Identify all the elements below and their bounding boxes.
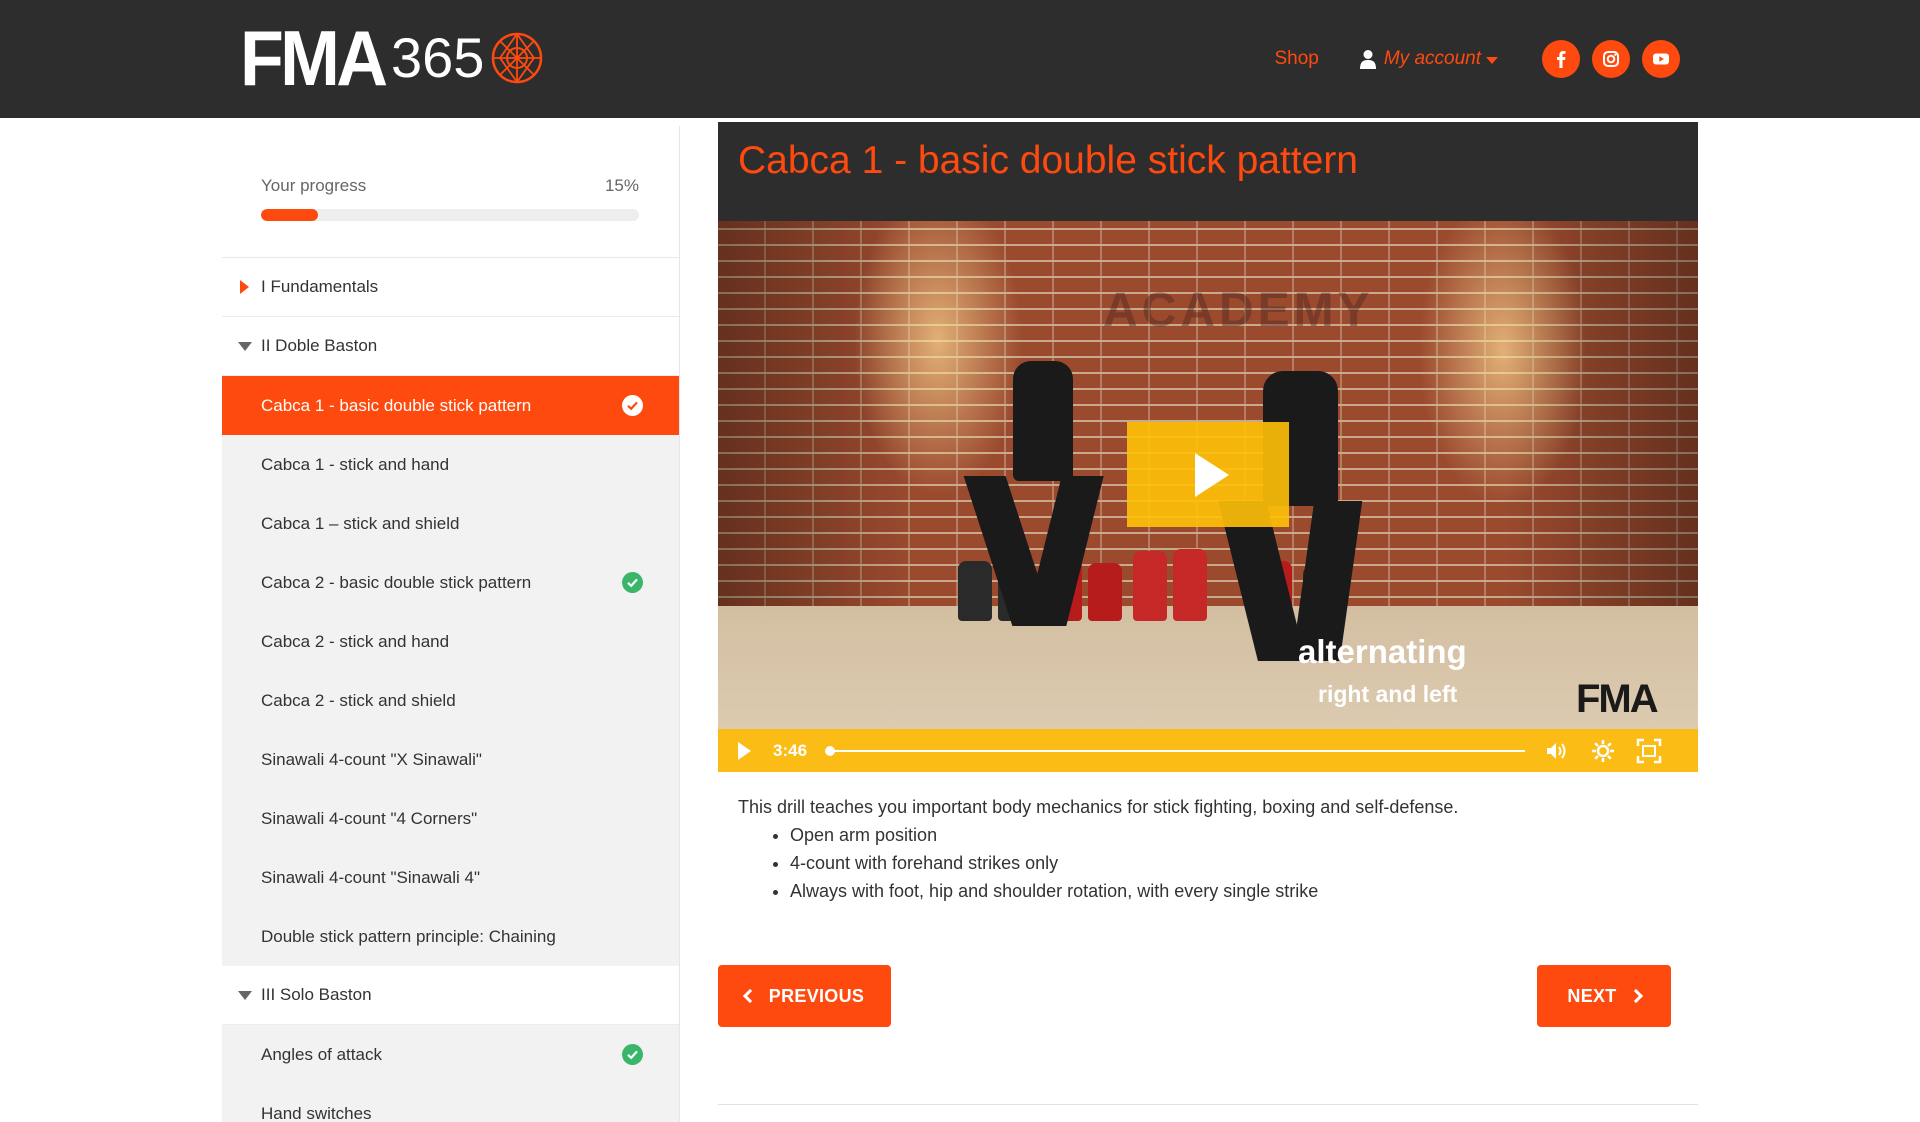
facebook-icon[interactable] [1542, 40, 1580, 78]
lesson-item-label: Cabca 1 – stick and shield [261, 513, 460, 533]
next-button[interactable]: NEXT [1537, 965, 1671, 1027]
nav-shop-link[interactable]: Shop [1274, 48, 1318, 70]
progress-bar-fill [261, 209, 318, 221]
site-header: FMA 365 Shop My account [0, 0, 1920, 118]
logo-fma-text: FMA [240, 14, 388, 102]
video-big-play-button[interactable] [1127, 422, 1289, 527]
play-icon[interactable] [738, 741, 751, 760]
video-time: 3:46 [773, 740, 808, 760]
lesson-item-label: Cabca 2 - stick and hand [261, 631, 450, 651]
lesson-item-label: Sinawali 4-count "Sinawali 4" [261, 867, 481, 887]
chevron-down-icon [1486, 57, 1498, 64]
lesson-description: This drill teaches you important body me… [738, 793, 1678, 905]
my-account-label: My account [1383, 48, 1481, 69]
lesson-item[interactable]: Cabca 2 - basic double stick pattern [222, 553, 679, 612]
logo-365-text: 365 [390, 26, 485, 89]
solo-baston-lessons: Angles of attack Hand switches [222, 1025, 679, 1122]
lesson-item[interactable]: Angles of attack [222, 1025, 679, 1084]
lesson-item[interactable]: Cabca 1 - stick and hand [222, 435, 679, 494]
video-controls: 3:46 [718, 729, 1698, 772]
content-divider [718, 1104, 1698, 1105]
play-icon [1195, 452, 1229, 497]
lesson-item-label: Hand switches [261, 1103, 372, 1122]
lesson-item-label: Sinawali 4-count "X Sinawali" [261, 749, 482, 769]
lesson-item-label: Cabca 2 - basic double stick pattern [261, 572, 532, 592]
video-corner-logo: FMA [1576, 677, 1659, 721]
video-overlay-caption: alternating [1298, 633, 1467, 670]
lesson-item[interactable]: Cabca 2 - stick and shield [222, 671, 679, 730]
lesson-title-bar: Cabca 1 - basic double stick pattern [718, 122, 1698, 222]
previous-button-label: PREVIOUS [768, 985, 865, 1006]
lesson-bullets: Open arm position4-count with forehand s… [790, 821, 1678, 905]
lesson-item-active[interactable]: Cabca 1 - basic double stick pattern [222, 376, 679, 435]
site-logo[interactable]: FMA 365 [240, 14, 544, 102]
user-icon [1359, 50, 1376, 69]
lesson-bullet: Open arm position [790, 821, 1678, 849]
lesson-item[interactable]: Sinawali 4-count "Sinawali 4" [222, 848, 679, 907]
volume-icon[interactable] [1543, 737, 1571, 765]
lesson-item[interactable]: Cabca 2 - stick and hand [222, 612, 679, 671]
lesson-item-label: Double stick pattern principle: Chaining [261, 926, 556, 946]
section-label: II Doble Baston [261, 336, 378, 355]
video-wall-watermark: ACADEMY [1103, 284, 1374, 337]
chevron-left-icon [742, 988, 757, 1004]
lesson-item-label: Cabca 2 - stick and shield [261, 690, 456, 710]
caret-down-icon [238, 341, 252, 351]
video-overlay-subcaption: right and left [1318, 681, 1458, 707]
lesson-title: Cabca 1 - basic double stick pattern [738, 139, 1359, 182]
seek-handle[interactable] [825, 745, 836, 756]
fullscreen-icon[interactable] [1635, 737, 1663, 765]
lesson-description-text: This drill teaches you important body me… [738, 797, 1459, 817]
check-circle-icon [622, 1044, 643, 1065]
settings-gear-icon[interactable] [1589, 737, 1617, 765]
progress-percent: 15% [604, 176, 639, 195]
next-button-label: NEXT [1567, 985, 1617, 1006]
progress-bar [261, 209, 639, 221]
top-nav: Shop My account [1274, 40, 1680, 78]
lesson-bullet: 4-count with forehand strikes only [790, 849, 1678, 877]
video-fighter-left [1013, 361, 1073, 481]
lesson-item[interactable]: Double stick pattern principle: Chaining [222, 907, 679, 966]
lesson-item-label: Angles of attack [261, 1044, 382, 1064]
course-sidebar: Your progress 15% I Fundamentals II Dobl… [222, 126, 680, 1122]
previous-button[interactable]: PREVIOUS [718, 965, 891, 1027]
youtube-icon[interactable] [1642, 40, 1680, 78]
lesson-item-label: Sinawali 4-count "4 Corners" [261, 808, 478, 828]
chevron-right-icon [1628, 988, 1643, 1004]
lesson-item-label: Cabca 1 - stick and hand [261, 454, 450, 474]
video-player[interactable]: ACADEMY alternating right and left FMA 3… [718, 221, 1698, 772]
check-circle-icon [622, 572, 643, 593]
check-circle-icon [622, 395, 643, 416]
section-doble-baston[interactable]: II Doble Baston [222, 317, 679, 376]
lesson-item-label: Cabca 1 - basic double stick pattern [261, 395, 532, 415]
caret-down-icon [238, 990, 252, 1000]
section-label: I Fundamentals [261, 277, 379, 296]
logo-emblem-icon [492, 32, 543, 84]
doble-baston-lessons: Cabca 1 - basic double stick pattern Cabc… [222, 376, 679, 966]
section-solo-baston[interactable]: III Solo Baston [222, 966, 679, 1025]
lesson-item[interactable]: Cabca 1 – stick and shield [222, 494, 679, 553]
lesson-bullet: Always with foot, hip and shoulder rotat… [790, 877, 1678, 905]
lesson-item[interactable]: Sinawali 4-count "4 Corners" [222, 789, 679, 848]
lesson-item[interactable]: Hand switches [222, 1084, 679, 1122]
progress-label: Your progress [261, 176, 367, 195]
section-label: III Solo Baston [261, 985, 372, 1004]
instagram-icon[interactable] [1592, 40, 1630, 78]
lesson-item[interactable]: Sinawali 4-count "X Sinawali" [222, 730, 679, 789]
video-seek-bar[interactable] [825, 745, 1526, 756]
progress-block: Your progress 15% [222, 126, 679, 258]
section-fundamentals[interactable]: I Fundamentals [222, 258, 679, 317]
caret-right-icon [240, 280, 249, 294]
my-account-menu[interactable]: My account [1359, 48, 1498, 70]
